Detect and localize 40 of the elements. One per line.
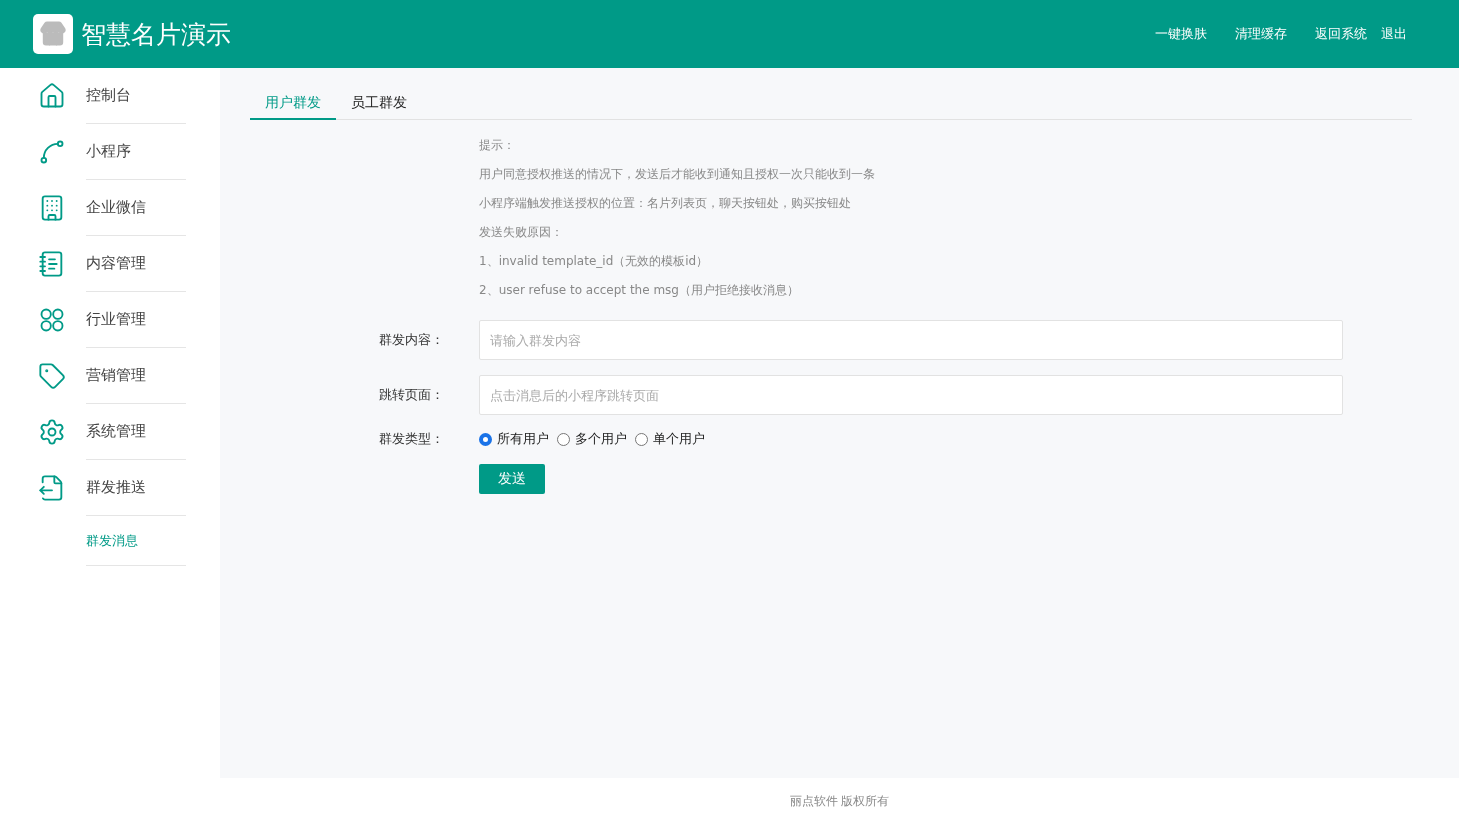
hint-text: 1、invalid template_id（无效的模板id） <box>479 253 710 270</box>
app-title: 智慧名片演示 <box>81 18 232 51</box>
hint-text: 小程序端触发推送授权的位置：名片列表页，聊天按钮处，购买按钮处 <box>479 195 852 212</box>
header-link[interactable]: 返回系统 <box>1315 25 1367 43</box>
field-label: 群发内容： <box>379 331 445 349</box>
copyright-text: 丽点软件 版权所有 <box>789 793 890 810</box>
field-label: 群发类型： <box>379 430 445 448</box>
field-label: 跳转页面： <box>379 386 445 404</box>
sidebar-subitem[interactable]: 群发消息 <box>86 516 186 566</box>
hint-text: 发送失败原因： <box>479 224 564 241</box>
sidebar-item[interactable]: 小程序 <box>86 124 186 180</box>
sidebar-item[interactable]: 内容管理 <box>86 236 186 292</box>
four-circles-icon <box>38 306 66 334</box>
sidebar-item[interactable]: 系统管理 <box>86 404 186 460</box>
sidebar-item[interactable]: 行业管理 <box>86 292 186 348</box>
header-link[interactable]: 退出 <box>1381 25 1407 43</box>
store-logo-icon <box>33 14 73 54</box>
curve-icon <box>38 138 66 166</box>
radio-button[interactable] <box>479 432 492 446</box>
settings-icon <box>38 418 66 446</box>
send-button[interactable]: 发送 <box>479 464 545 494</box>
input-field[interactable]: 请输入群发内容 <box>479 320 1343 360</box>
sidebar-item[interactable]: 群发推送 <box>86 460 186 516</box>
sidebar-item[interactable]: 控制台 <box>86 68 186 124</box>
tag-icon <box>38 362 66 390</box>
hint-text: 提示： <box>479 137 516 154</box>
radio-option[interactable]: 多个用户 <box>557 430 627 448</box>
radio-button[interactable] <box>635 432 648 446</box>
hint-text: 2、user refuse to accept the msg（用户拒绝接收消息） <box>479 282 800 299</box>
hint-text: 用户同意授权推送的情况下，发送后才能收到通知且授权一次只能收到一条 <box>479 166 876 183</box>
radio-option[interactable]: 单个用户 <box>635 430 705 448</box>
radio-option[interactable]: 所有用户 <box>479 430 549 448</box>
tab[interactable]: 员工群发 <box>336 88 422 120</box>
input-field[interactable]: 点击消息后的小程序跳转页面 <box>479 375 1343 415</box>
home-icon <box>38 82 66 110</box>
radio-button[interactable] <box>557 432 570 446</box>
header-link[interactable]: 清理缓存 <box>1235 25 1287 43</box>
sidebar-item[interactable]: 企业微信 <box>86 180 186 236</box>
sidebar-item[interactable]: 营销管理 <box>86 348 186 404</box>
header-link[interactable]: 一键换肤 <box>1155 25 1207 43</box>
